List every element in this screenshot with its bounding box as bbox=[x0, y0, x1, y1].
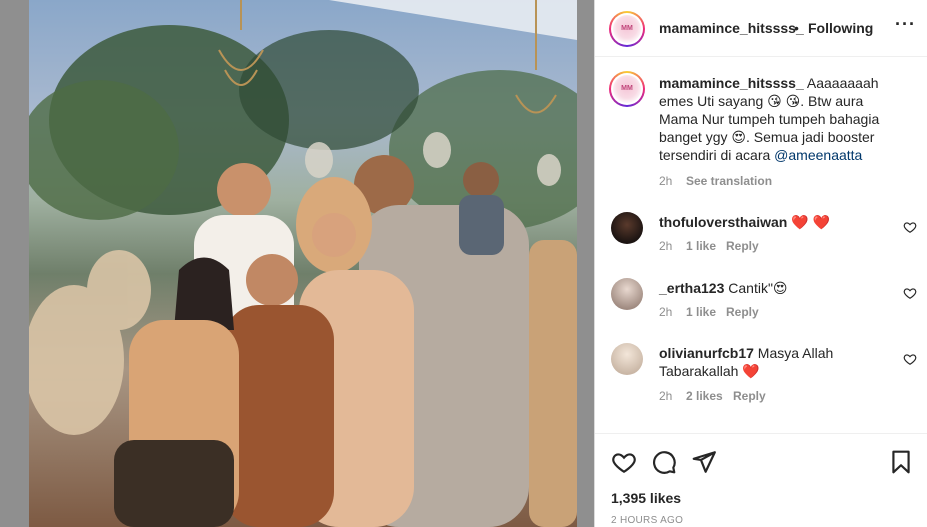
avatar-image: MM bbox=[613, 15, 641, 43]
caption-mention[interactable]: @ameenaatta bbox=[774, 147, 862, 163]
caption-emoji: 😘 😘 bbox=[767, 93, 801, 109]
post-actions: 1,395 likes 2 HOURS AGO bbox=[595, 433, 927, 527]
reply-button[interactable]: Reply bbox=[733, 389, 766, 403]
comment-body: Cantik"😍 bbox=[724, 280, 788, 296]
comment-like-heart-icon[interactable] bbox=[903, 220, 917, 234]
comment-like-heart-icon[interactable] bbox=[903, 286, 917, 300]
caption: mamamince_hitssss_ Aaaaaaaah emes Uti sa… bbox=[659, 74, 904, 164]
commenter-avatar[interactable] bbox=[611, 278, 643, 310]
caption-username[interactable]: mamamince_hitssss_ bbox=[659, 75, 804, 91]
bookmark-icon[interactable] bbox=[888, 449, 914, 475]
comment-likes[interactable]: 1 like bbox=[686, 305, 716, 319]
comment-username[interactable]: thofuloversthaiwan bbox=[659, 214, 787, 230]
photo-illustration bbox=[29, 0, 577, 527]
comment-text: thofuloversthaiwan ❤️ ❤️ bbox=[659, 213, 884, 231]
commenter-avatar[interactable] bbox=[611, 212, 643, 244]
comment-time: 2h bbox=[659, 239, 673, 253]
caption-time: 2h bbox=[659, 174, 673, 188]
separator-dot: • bbox=[794, 20, 799, 36]
comment-body: ❤️ ❤️ bbox=[787, 214, 831, 230]
comment-likes[interactable]: 1 like bbox=[686, 239, 716, 253]
comment-icon[interactable] bbox=[651, 449, 677, 475]
commenter-avatar[interactable] bbox=[611, 343, 643, 375]
reply-button[interactable]: Reply bbox=[726, 305, 759, 319]
author-username[interactable]: mamamince_hitssss_ bbox=[659, 20, 804, 36]
see-translation-button[interactable]: See translation bbox=[686, 174, 772, 188]
comment-text: olivianurfcb17 Masya Allah Tabarakallah … bbox=[659, 344, 884, 380]
post-photo[interactable] bbox=[29, 0, 577, 527]
comment-username[interactable]: olivianurfcb17 bbox=[659, 345, 754, 361]
author-avatar[interactable]: MM bbox=[609, 11, 645, 47]
avatar-image: MM bbox=[613, 75, 641, 103]
comment-like-heart-icon[interactable] bbox=[903, 352, 917, 366]
more-horizontal-icon[interactable]: ··· bbox=[895, 14, 916, 35]
post-header: MM mamamince_hitssss_ • Following ··· bbox=[595, 0, 927, 57]
comment-time: 2h bbox=[659, 305, 673, 319]
following-button[interactable]: Following bbox=[808, 20, 873, 36]
reply-button[interactable]: Reply bbox=[726, 239, 759, 253]
caption-avatar[interactable]: MM bbox=[609, 71, 645, 107]
heart-icon[interactable] bbox=[611, 449, 637, 475]
comments-section[interactable]: MM mamamince_hitssss_ Aaaaaaaah emes Uti… bbox=[595, 57, 927, 433]
post-timestamp: 2 HOURS AGO bbox=[611, 515, 684, 526]
caption-emoji: 😍 bbox=[731, 129, 746, 145]
comment-username[interactable]: _ertha123 bbox=[659, 280, 724, 296]
comment-text: _ertha123 Cantik"😍 bbox=[659, 279, 884, 297]
likes-count[interactable]: 1,395 likes bbox=[611, 490, 681, 506]
share-icon[interactable] bbox=[691, 449, 717, 475]
post-panel: MM mamamince_hitssss_ • Following ··· MM… bbox=[594, 0, 927, 527]
comment-likes[interactable]: 2 likes bbox=[686, 389, 723, 403]
comment-time: 2h bbox=[659, 389, 673, 403]
